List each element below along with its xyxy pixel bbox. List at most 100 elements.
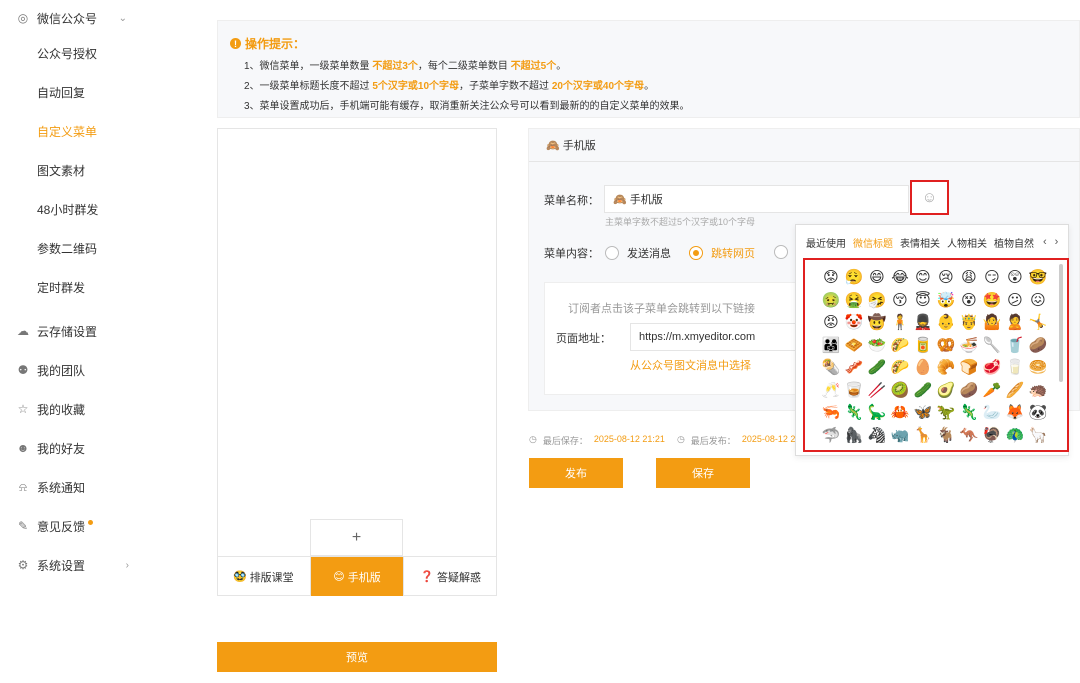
- emoji-cell[interactable]: 😵: [958, 289, 980, 312]
- sidebar-item-articles[interactable]: 图文素材: [0, 155, 185, 185]
- emoji-cell[interactable]: 🦚: [1004, 424, 1026, 447]
- emoji-cell[interactable]: 🥔: [1027, 334, 1049, 357]
- emoji-cell[interactable]: 🥓: [843, 356, 865, 379]
- emoji-cell[interactable]: 😕: [1004, 289, 1026, 312]
- emoji-scrollbar[interactable]: [1059, 264, 1063, 382]
- sidebar-item-broadcast-48h[interactable]: 48小时群发: [0, 194, 185, 224]
- emoji-cell[interactable]: 😖: [1027, 289, 1049, 312]
- emoji-cell[interactable]: 😂: [889, 266, 911, 289]
- emoji-cell[interactable]: 🥒: [866, 356, 888, 379]
- menu-tab-faq[interactable]: ❓ 答疑解惑: [404, 557, 497, 596]
- sidebar-item-auto-reply[interactable]: 自动回复: [0, 77, 185, 107]
- emoji-cell[interactable]: 🧍: [889, 311, 911, 334]
- emoji-cell[interactable]: 🌯: [820, 356, 842, 379]
- emoji-cell[interactable]: 🦓: [866, 424, 888, 447]
- emoji-cell[interactable]: 🥩: [981, 356, 1003, 379]
- emoji-cell[interactable]: 🦖: [935, 401, 957, 424]
- menu-tab-class[interactable]: 🥸 排版课堂: [217, 557, 311, 596]
- sidebar-item-feedback[interactable]: ✎ 意见反馈: [0, 511, 185, 541]
- radio-mini-program[interactable]: [774, 245, 796, 259]
- emoji-cell[interactable]: 🥃: [843, 379, 865, 402]
- emoji-cell[interactable]: 🥗: [866, 334, 888, 357]
- emoji-cell[interactable]: 🤧: [866, 289, 888, 312]
- emoji-cell[interactable]: 😊: [912, 266, 934, 289]
- emoji-cell[interactable]: 🥚: [912, 356, 934, 379]
- emoji-tab-wechat-title[interactable]: 微信标题: [853, 235, 893, 250]
- emoji-cell[interactable]: 🤯: [935, 289, 957, 312]
- emoji-cell[interactable]: 🥒: [912, 379, 934, 402]
- emoji-cell[interactable]: 🤷: [981, 311, 1003, 334]
- chevron-left-icon[interactable]: ‹: [1043, 236, 1047, 248]
- emoji-cell[interactable]: 🙎: [1004, 311, 1026, 334]
- emoji-cell[interactable]: 🥂: [820, 379, 842, 402]
- emoji-cell[interactable]: 🤩: [981, 289, 1003, 312]
- emoji-cell[interactable]: 🌮: [889, 356, 911, 379]
- emoji-cell[interactable]: 😮‍💨: [843, 266, 865, 289]
- emoji-cell[interactable]: 🦕: [866, 401, 888, 424]
- emoji-cell[interactable]: 🦀: [889, 401, 911, 424]
- emoji-cell[interactable]: 🥔: [958, 379, 980, 402]
- emoji-tab-nature[interactable]: 植物自然: [994, 235, 1034, 250]
- emoji-cell[interactable]: 🦃: [981, 424, 1003, 447]
- emoji-tab-people[interactable]: 人物相关: [947, 235, 987, 250]
- emoji-tab-expressions[interactable]: 表情相关: [900, 235, 940, 250]
- radio-send-message[interactable]: 发送消息: [605, 245, 671, 261]
- emoji-cell[interactable]: 😇: [912, 289, 934, 312]
- emoji-cell[interactable]: 👶: [935, 311, 957, 334]
- pick-article-link[interactable]: 从公众号图文消息中选择: [630, 357, 751, 373]
- emoji-cell[interactable]: 🥯: [1027, 356, 1049, 379]
- emoji-tab-recent[interactable]: 最近使用: [806, 235, 846, 250]
- emoji-cell[interactable]: 🤓: [1027, 266, 1049, 289]
- emoji-cell[interactable]: 🥕: [981, 379, 1003, 402]
- sidebar-item-settings[interactable]: ⚙ 系统设置 ›: [0, 550, 185, 580]
- emoji-cell[interactable]: 🤠: [866, 311, 888, 334]
- emoji-cell[interactable]: 🦘: [958, 424, 980, 447]
- emoji-cell[interactable]: 🦐: [820, 401, 842, 424]
- emoji-cell[interactable]: 🤮: [843, 289, 865, 312]
- emoji-cell[interactable]: 🥐: [935, 356, 957, 379]
- emoji-cell[interactable]: 😡: [820, 311, 842, 334]
- emoji-cell[interactable]: 🦢: [981, 401, 1003, 424]
- emoji-cell[interactable]: 🍜: [958, 334, 980, 357]
- sidebar-item-auth[interactable]: 公众号授权: [0, 38, 185, 68]
- emoji-cell[interactable]: 🦎: [843, 401, 865, 424]
- emoji-cell[interactable]: 🤸: [1027, 311, 1049, 334]
- emoji-cell[interactable]: 🦔: [1027, 379, 1049, 402]
- emoji-cell[interactable]: 😢: [935, 266, 957, 289]
- emoji-cell[interactable]: 🦎: [958, 401, 980, 424]
- add-submenu-button[interactable]: +: [310, 519, 403, 556]
- emoji-cell[interactable]: 🥖: [1004, 379, 1026, 402]
- emoji-cell[interactable]: 🥑: [935, 379, 957, 402]
- emoji-cell[interactable]: 🥄: [981, 334, 1003, 357]
- emoji-cell[interactable]: 🦙: [1027, 424, 1049, 447]
- sidebar-item-favorites[interactable]: ☆ 我的收藏: [0, 394, 185, 424]
- emoji-cell[interactable]: 🥨: [935, 334, 957, 357]
- emoji-cell[interactable]: 🥛: [1004, 356, 1026, 379]
- sidebar-item-scheduled[interactable]: 定时群发: [0, 272, 185, 302]
- radio-jump-url[interactable]: 跳转网页: [689, 245, 755, 261]
- emoji-cell[interactable]: 👨‍👩‍👧: [820, 334, 842, 357]
- emoji-cell[interactable]: 🦋: [912, 401, 934, 424]
- emoji-cell[interactable]: 🐐: [935, 424, 957, 447]
- emoji-cell[interactable]: 🤡: [843, 311, 865, 334]
- emoji-cell[interactable]: 🦏: [889, 424, 911, 447]
- sidebar-item-team[interactable]: ⚉ 我的团队: [0, 355, 185, 385]
- publish-button[interactable]: 发布: [529, 458, 623, 488]
- emoji-picker-button[interactable]: ☺: [910, 180, 949, 215]
- emoji-cell[interactable]: 🌮: [889, 334, 911, 357]
- emoji-cell[interactable]: 😲: [1004, 266, 1026, 289]
- sidebar-item-custom-menu[interactable]: 自定义菜单: [0, 116, 185, 146]
- emoji-cell[interactable]: 🦒: [912, 424, 934, 447]
- menu-tab-mobile[interactable]: 😊 手机版: [310, 557, 405, 596]
- emoji-cell[interactable]: 😄: [866, 266, 888, 289]
- url-input[interactable]: https://m.xmyeditor.com: [630, 323, 800, 351]
- emoji-cell[interactable]: 🍞: [958, 356, 980, 379]
- emoji-cell[interactable]: 🦍: [843, 424, 865, 447]
- menu-name-input[interactable]: 🙈 手机版: [604, 185, 909, 213]
- emoji-cell[interactable]: 😟: [820, 266, 842, 289]
- emoji-cell[interactable]: 😚: [889, 289, 911, 312]
- sidebar-item-qrcode[interactable]: 参数二维码: [0, 233, 185, 263]
- emoji-cell[interactable]: 🥢: [866, 379, 888, 402]
- emoji-cell[interactable]: 🐼: [1027, 401, 1049, 424]
- emoji-cell[interactable]: 🧇: [843, 334, 865, 357]
